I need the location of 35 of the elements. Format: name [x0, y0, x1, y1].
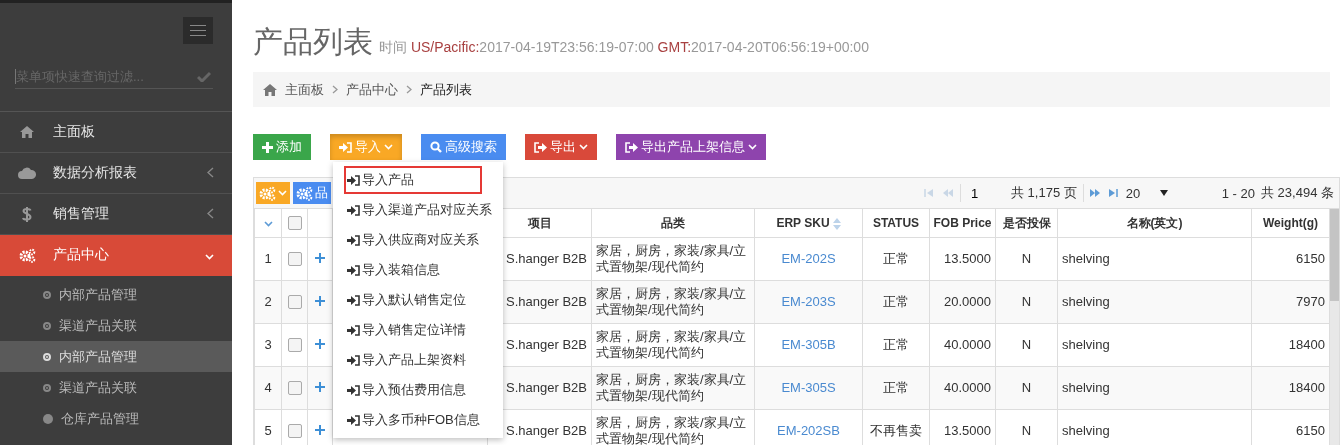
table-cell: 13.5000	[929, 237, 996, 281]
table-cell: 正常	[862, 323, 930, 367]
breadcrumb-item: 产品列表	[420, 80, 472, 99]
table-cell: 家居，厨房，家装/家具/立式置物架/现代简约	[591, 323, 755, 367]
record-range: 1 - 20	[1221, 185, 1255, 201]
table-cell: 6150	[1251, 237, 1330, 281]
table-cell: 20.0000	[929, 280, 996, 324]
row-number: 1	[254, 237, 282, 281]
page-title: 产品列表	[253, 24, 373, 60]
table-cell: shelving	[1057, 366, 1252, 410]
page-subtitle: 时间 US/Pacific:2017-04-19T23:56:19-07:00 GMT:2017-04-20T06:56:19+00:00	[379, 39, 869, 57]
row-number: 5	[254, 409, 282, 445]
row-number: 2	[254, 280, 282, 324]
row-number: 4	[254, 366, 282, 410]
table-cell: 正常	[862, 237, 930, 281]
page-count: 共 1,175 页	[1011, 184, 1077, 202]
table-cell: 家居，厨房，家装/家具/立式置物架/现代简约	[591, 237, 755, 281]
table-cell: 18400	[1251, 366, 1330, 410]
table-cell: N	[995, 323, 1058, 367]
table-cell: N	[995, 366, 1058, 410]
table-cell: 正常	[862, 280, 930, 324]
record-total: 共 23,494 条	[1261, 184, 1334, 202]
table-cell: N	[995, 280, 1058, 324]
table-cell: 家居，厨房，家装/家具/立式置物架/现代简约	[591, 366, 755, 410]
row-number: 3	[254, 323, 282, 367]
table-cell: shelving	[1057, 323, 1252, 367]
table-cell: shelving	[1057, 237, 1252, 281]
table-cell: 7970	[1251, 280, 1330, 324]
table-cell: 家居，厨房，家装/家具/立式置物架/现代简约	[591, 280, 755, 324]
table-cell: 40.0000	[929, 323, 996, 367]
table-cell: shelving	[1057, 280, 1252, 324]
table-cell: N	[995, 237, 1058, 281]
table-cell: 18400	[1251, 323, 1330, 367]
table-cell: 40.0000	[929, 366, 996, 410]
table-cell: 正常	[862, 366, 930, 410]
